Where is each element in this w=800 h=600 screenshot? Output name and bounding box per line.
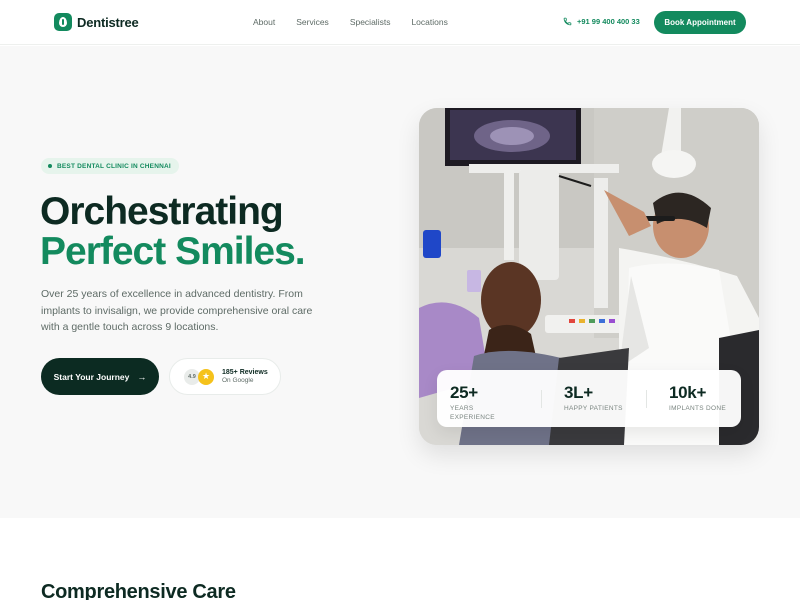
stats-card: 25+ YEARS EXPERIENCE 3L+ HAPPY PATIENTS …	[437, 370, 741, 427]
reviews-source: On Google	[222, 377, 254, 384]
stat-implants: 10k+ IMPLANTS DONE	[669, 384, 726, 413]
phone-icon	[563, 17, 572, 26]
phone-link[interactable]: +91 99 400 400 33	[563, 17, 640, 26]
google-reviews-badge[interactable]: 4.9 ★ 185+ Reviews On Google	[169, 358, 281, 395]
badge-label: BEST DENTAL CLINIC IN CHENNAI	[57, 162, 171, 170]
headline-line-2: Perfect Smiles.	[40, 230, 306, 273]
hero-badge: BEST DENTAL CLINIC IN CHENNAI	[41, 158, 179, 174]
arrow-right-icon: →	[137, 371, 147, 382]
nav-about[interactable]: About	[253, 17, 275, 27]
leaf-icon	[54, 13, 72, 31]
stat-patients: 3L+ HAPPY PATIENTS	[564, 384, 623, 413]
nav-services[interactable]: Services	[296, 17, 329, 27]
book-appointment-button[interactable]: Book Appointment	[654, 11, 746, 34]
nav-specialists[interactable]: Specialists	[350, 17, 391, 27]
stat-value: 10k+	[669, 383, 707, 402]
phone-number: +91 99 400 400 33	[577, 17, 640, 26]
stat-label: IMPLANTS DONE	[669, 405, 726, 412]
hero-description: Over 25 years of excellence in advanced …	[41, 288, 313, 333]
stat-label: HAPPY PATIENTS	[564, 405, 623, 412]
section-title: Comprehensive Care	[41, 581, 236, 600]
reviews-text: 185+ Reviews On Google	[222, 369, 268, 384]
stat-divider	[646, 390, 647, 408]
rating-chips: 4.9 ★	[184, 368, 214, 385]
start-journey-label: Start Your Journey	[53, 371, 130, 382]
stat-years: 25+ YEARS EXPERIENCE	[450, 384, 506, 422]
logo-text: Dentistree	[77, 14, 139, 30]
reviews-count: 185+ Reviews	[222, 369, 268, 376]
stat-value: 25+	[450, 383, 478, 402]
stat-value: 3L+	[564, 383, 593, 402]
site-header: Dentistree About Services Specialists Lo…	[0, 0, 800, 45]
hero-section: BEST DENTAL CLINIC IN CHENNAI Orchestrat…	[0, 46, 800, 518]
stat-divider	[541, 390, 542, 408]
nav-locations[interactable]: Locations	[411, 17, 447, 27]
logo[interactable]: Dentistree	[54, 13, 139, 31]
start-journey-button[interactable]: Start Your Journey →	[41, 358, 159, 395]
badge-dot-icon	[48, 164, 52, 168]
hero-headline: Orchestrating Perfect Smiles.	[40, 190, 306, 273]
main-nav: About Services Specialists Locations	[253, 17, 448, 27]
headline-line-1: Orchestrating	[40, 190, 284, 233]
stat-label: YEARS EXPERIENCE	[450, 405, 495, 421]
star-icon: ★	[198, 368, 214, 385]
